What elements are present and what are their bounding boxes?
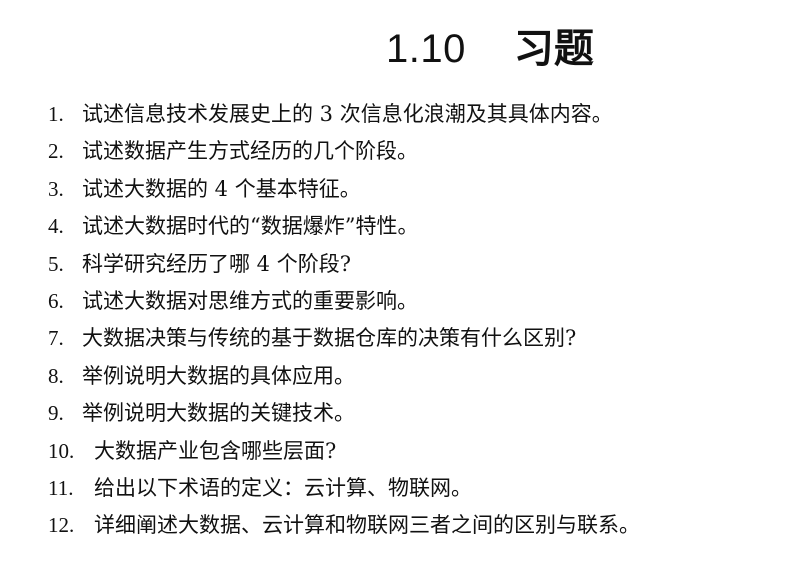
exercise-item-7: 7. 大数据决策与传统的基于数据仓库的决策有什么区别? [48, 320, 788, 357]
exercise-number: 7. [48, 326, 64, 351]
exercise-number: 12. [48, 513, 75, 538]
exercise-item-6: 6. 试述大数据对思维方式的重要影响。 [48, 283, 788, 320]
exercise-number: 10. [48, 438, 75, 463]
exercise-text: 举例说明大数据的关键技术。 [82, 401, 355, 426]
exercise-text: 详细阐述大数据、云计算和物联网三者之间的区别与联系。 [94, 513, 640, 538]
exercise-text: 试述数据产生方式经历的几个阶段。 [82, 139, 418, 164]
exercise-text: 大数据产业包含哪些层面? [94, 438, 337, 463]
exercise-number: 2. [48, 139, 64, 164]
page-title: 1.10 习题 [386, 23, 594, 75]
exercise-item-10: 10. 大数据产业包含哪些层面? [48, 433, 788, 470]
exercise-text: 试述大数据对思维方式的重要影响。 [82, 288, 418, 313]
exercise-number: 6. [48, 288, 64, 313]
exercise-item-8: 8. 举例说明大数据的具体应用。 [48, 358, 788, 395]
exercise-text: 试述大数据的 4 个基本特征。 [82, 176, 361, 201]
exercise-item-2: 2. 试述数据产生方式经历的几个阶段。 [48, 133, 788, 170]
exercise-item-1: 1. 试述信息技术发展史上的 3 次信息化浪潮及其具体内容。 [48, 96, 788, 133]
exercise-number: 3. [48, 176, 64, 201]
exercise-text: 科学研究经历了哪 4 个阶段? [82, 251, 351, 276]
exercise-item-12: 12. 详细阐述大数据、云计算和物联网三者之间的区别与联系。 [48, 507, 788, 544]
exercise-number: 8. [48, 363, 64, 388]
exercise-number: 5. [48, 251, 64, 276]
exercise-number: 9. [48, 401, 64, 426]
exercise-text: 试述大数据时代的“数据爆炸”特性。 [82, 214, 419, 239]
exercise-item-9: 9. 举例说明大数据的关键技术。 [48, 395, 788, 432]
section-title: 习题 [513, 26, 594, 71]
exercise-item-3: 3. 试述大数据的 4 个基本特征。 [48, 171, 788, 208]
exercise-item-11: 11. 给出以下术语的定义：云计算、物联网。 [48, 470, 788, 507]
exercise-item-4: 4. 试述大数据时代的“数据爆炸”特性。 [48, 208, 788, 245]
exercise-text: 举例说明大数据的具体应用。 [82, 363, 355, 388]
exercise-item-5: 5. 科学研究经历了哪 4 个阶段? [48, 246, 788, 283]
exercise-text: 试述信息技术发展史上的 3 次信息化浪潮及其具体内容。 [82, 102, 613, 126]
exercise-list: 1. 试述信息技术发展史上的 3 次信息化浪潮及其具体内容。 2. 试述数据产生方式… [48, 96, 788, 545]
exercise-text: 大数据决策与传统的基于数据仓库的决策有什么区别? [82, 326, 577, 351]
exercise-number: 1. [48, 102, 64, 126]
exercise-number: 11. [48, 475, 74, 500]
exercise-text: 给出以下术语的定义：云计算、物联网。 [94, 475, 472, 500]
exercise-number: 4. [48, 214, 64, 239]
section-number: 1.10 [386, 26, 466, 71]
